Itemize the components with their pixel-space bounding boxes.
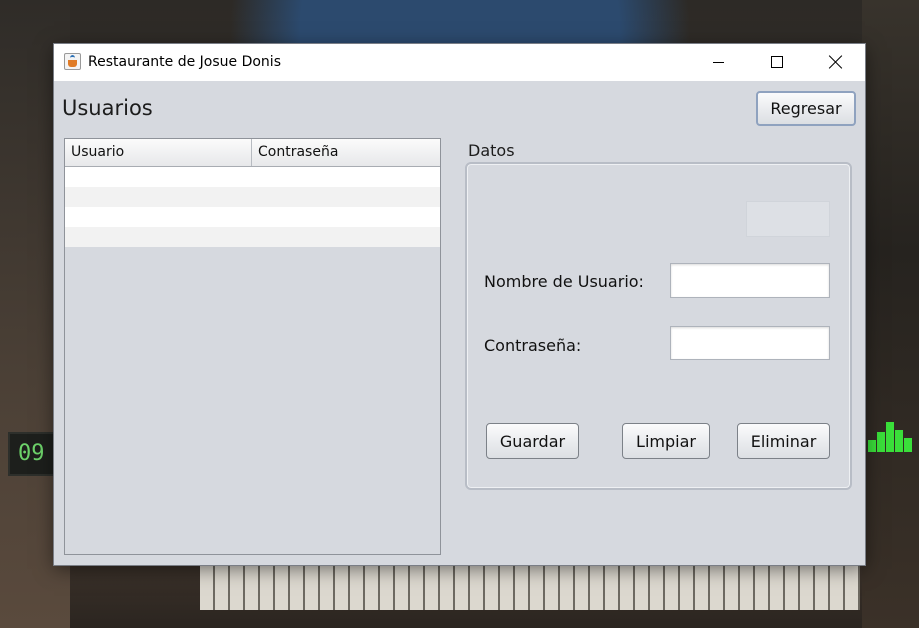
maximize-button[interactable] — [748, 44, 806, 81]
java-coffee-cup-icon — [64, 53, 81, 70]
title-bar[interactable]: Restaurante de Josue Donis — [54, 44, 865, 81]
id-field — [746, 201, 830, 237]
password-label: Contraseña: — [484, 336, 582, 355]
password-field[interactable] — [670, 326, 830, 360]
minimize-icon — [713, 62, 724, 63]
datos-group-title: Datos — [468, 141, 515, 160]
delete-button[interactable]: Eliminar — [737, 423, 830, 459]
table-row[interactable] — [65, 207, 440, 227]
background-keyboard — [200, 566, 860, 610]
table-row[interactable] — [65, 227, 440, 247]
minimize-button[interactable] — [690, 44, 748, 81]
column-header-contrasena[interactable]: Contraseña — [252, 139, 440, 166]
table-header: Usuario Contraseña — [65, 139, 440, 167]
background-level-meter — [868, 420, 916, 452]
clear-button[interactable]: Limpiar — [622, 423, 710, 459]
close-button[interactable] — [806, 44, 864, 81]
save-button[interactable]: Guardar — [486, 423, 579, 459]
close-icon — [829, 55, 843, 69]
users-table[interactable]: Usuario Contraseña — [64, 138, 441, 555]
username-field[interactable] — [670, 263, 830, 298]
column-header-usuario[interactable]: Usuario — [65, 139, 252, 166]
table-row[interactable] — [65, 167, 440, 187]
username-label: Nombre de Usuario: — [484, 272, 644, 291]
maximize-icon — [771, 56, 783, 68]
table-row[interactable] — [65, 187, 440, 207]
page-title: Usuarios — [62, 96, 153, 120]
back-button[interactable]: Regresar — [756, 91, 856, 126]
background-right-equipment — [862, 0, 919, 628]
app-window: Restaurante de Josue Donis Usuarios Regr… — [54, 44, 865, 565]
window-title: Restaurante de Josue Donis — [88, 54, 281, 70]
